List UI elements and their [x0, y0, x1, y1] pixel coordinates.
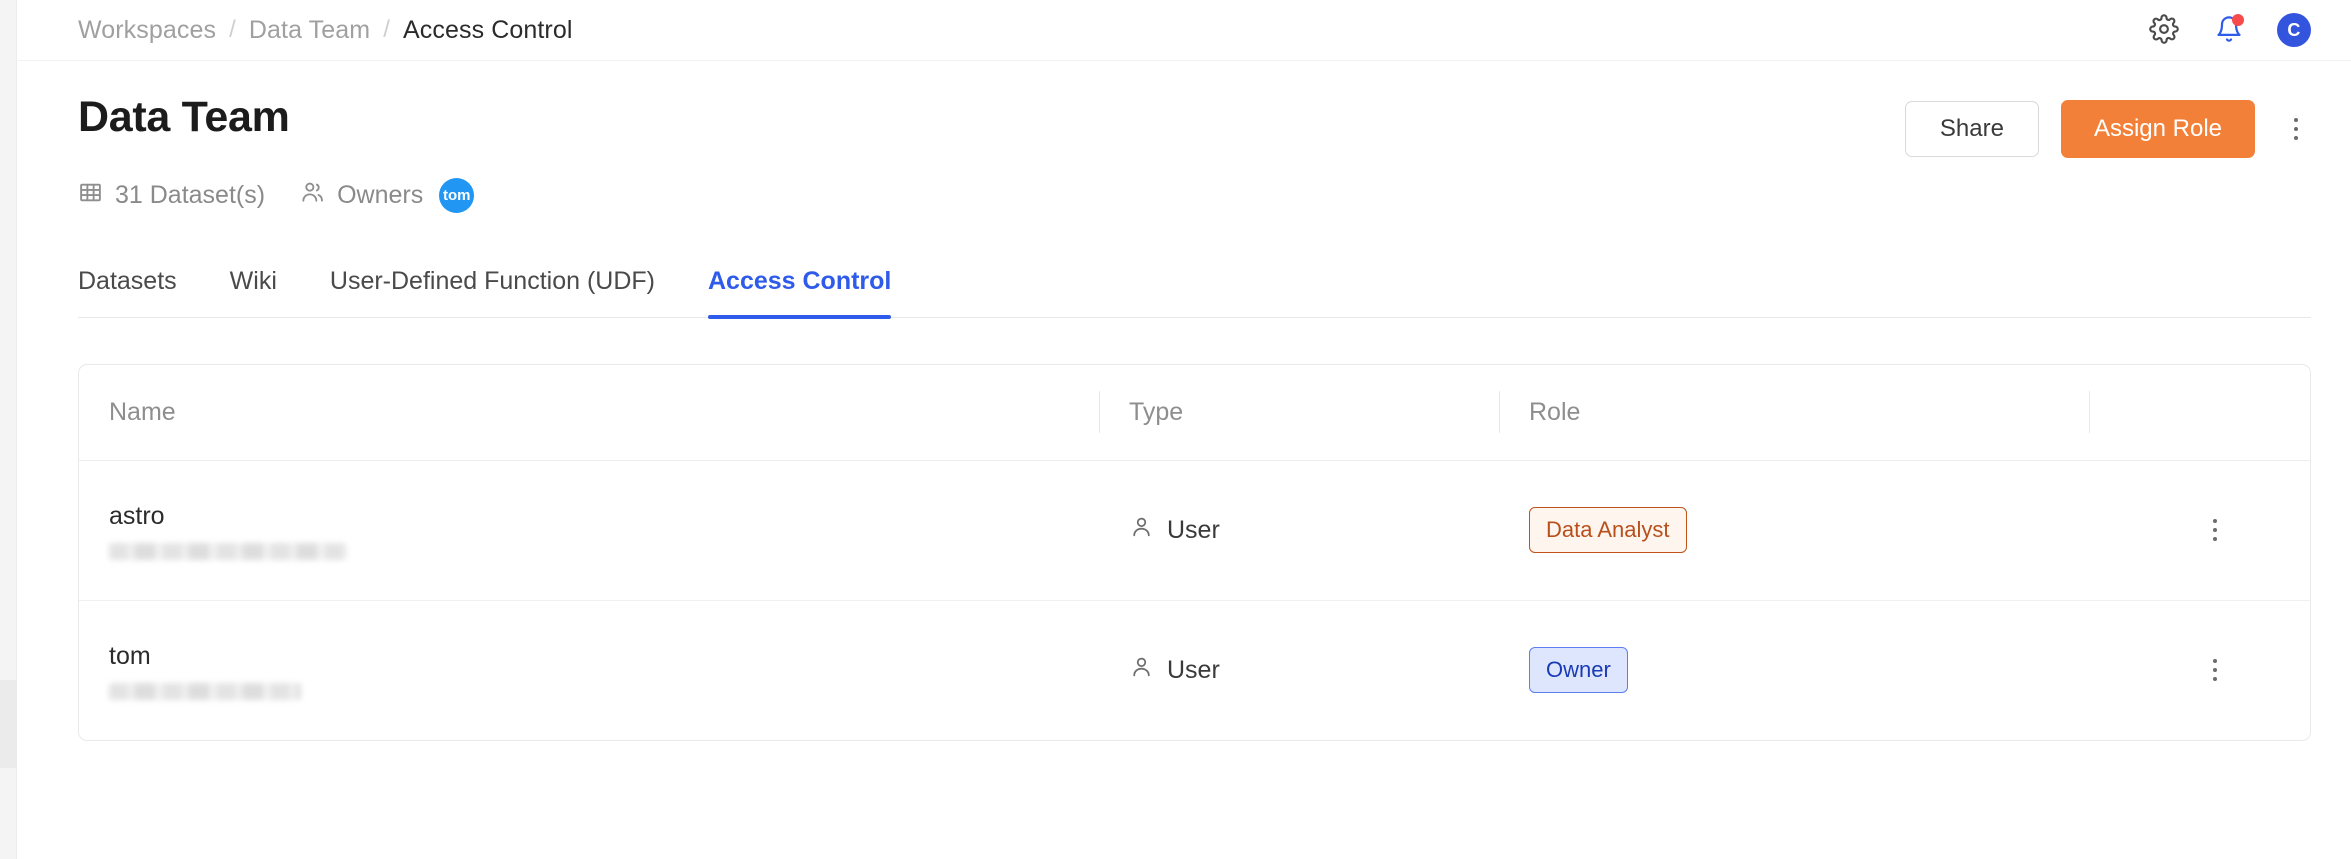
- settings-button[interactable]: [2147, 13, 2181, 47]
- cell-role: Owner: [1499, 600, 2089, 740]
- owners-section: Owners tom: [299, 178, 475, 213]
- page-container: Workspaces / Data Team / Access Control: [18, 0, 2351, 859]
- cell-role: Data Analyst: [1499, 460, 2089, 601]
- kebab-dot: [2294, 127, 2298, 131]
- member-type-label: User: [1167, 655, 1220, 684]
- header-meta-row: 31 Dataset(s) Owners tom: [78, 178, 2311, 213]
- breadcrumb-item-data-team[interactable]: Data Team: [249, 16, 370, 45]
- table-row[interactable]: tom User Owner: [79, 600, 2310, 740]
- breadcrumb: Workspaces / Data Team / Access Control: [78, 16, 573, 45]
- owner-avatar[interactable]: tom: [439, 178, 475, 213]
- owners-label: Owners: [337, 181, 424, 209]
- tab-bar: Datasets Wiki User-Defined Function (UDF…: [18, 267, 2351, 319]
- role-badge[interactable]: Owner: [1529, 647, 1628, 694]
- table-header-row: Name Type Role: [79, 365, 2310, 461]
- kebab-dot: [2212, 528, 2217, 532]
- column-header-role[interactable]: Role: [1499, 365, 2089, 461]
- tab-wiki[interactable]: Wiki: [230, 267, 277, 318]
- column-header-type[interactable]: Type: [1099, 365, 1499, 461]
- user-icon: [1129, 654, 1154, 686]
- role-badge[interactable]: Data Analyst: [1529, 507, 1687, 553]
- kebab-dot: [2294, 136, 2298, 140]
- member-type-label: User: [1167, 515, 1220, 544]
- breadcrumb-item-workspaces[interactable]: Workspaces: [78, 16, 216, 45]
- tab-udf[interactable]: User-Defined Function (UDF): [330, 267, 655, 318]
- tab-datasets[interactable]: Datasets: [78, 267, 177, 318]
- cell-name: astro: [79, 460, 1099, 601]
- dataset-count-label: 31 Dataset(s): [115, 181, 266, 209]
- member-email-redacted: [109, 682, 301, 700]
- gear-icon: [2149, 13, 2179, 47]
- top-bar-actions: C: [2147, 13, 2311, 47]
- user-icon: [1129, 514, 1154, 546]
- page-title: Data Team: [78, 93, 290, 141]
- notifications-button[interactable]: [2212, 13, 2246, 47]
- users-icon: [299, 179, 325, 212]
- assign-role-button[interactable]: Assign Role: [2060, 100, 2255, 158]
- table-row[interactable]: astro User Data Analyst: [79, 460, 2310, 601]
- sidebar-scrollbar-thumb[interactable]: [0, 680, 17, 768]
- cell-name: tom: [79, 600, 1099, 740]
- access-control-table: Name Type Role astro User Data Analyst t…: [79, 365, 2310, 740]
- row-more-menu-button[interactable]: [2200, 650, 2230, 690]
- collapsed-sidebar-rail: [0, 0, 17, 859]
- kebab-dot: [2212, 659, 2217, 664]
- breadcrumb-separator: /: [229, 16, 236, 43]
- row-more-menu-button[interactable]: [2200, 510, 2230, 550]
- cell-type: User: [1099, 600, 1499, 740]
- kebab-dot: [2294, 118, 2298, 122]
- column-header-actions: [2089, 365, 2310, 461]
- cell-actions: [2089, 600, 2310, 740]
- header-more-menu-button[interactable]: [2281, 109, 2311, 149]
- cell-actions: [2089, 460, 2310, 601]
- access-control-table-card: Name Type Role astro User Data Analyst t…: [78, 364, 2311, 741]
- member-name: tom: [109, 641, 151, 670]
- kebab-dot: [2212, 537, 2217, 541]
- page-header: Data Team Share Assign Role 31 Dataset(s…: [18, 61, 2351, 213]
- table-header: Name Type Role: [79, 365, 2310, 461]
- breadcrumb-item-access-control[interactable]: Access Control: [403, 16, 573, 45]
- user-avatar[interactable]: C: [2277, 13, 2311, 47]
- member-name: astro: [109, 501, 165, 530]
- breadcrumb-separator: /: [383, 16, 390, 43]
- top-bar: Workspaces / Data Team / Access Control: [18, 0, 2351, 61]
- dataset-count: 31 Dataset(s): [78, 180, 265, 212]
- table-grid-icon: [78, 180, 103, 212]
- share-button[interactable]: Share: [1904, 101, 2039, 157]
- tab-access-control[interactable]: Access Control: [707, 267, 892, 319]
- table-body: astro User Data Analyst tom User Owner: [79, 460, 2310, 740]
- cell-type: User: [1099, 460, 1499, 601]
- kebab-dot: [2212, 668, 2217, 673]
- title-row: Data Team Share Assign Role: [78, 93, 2311, 158]
- notification-badge-dot: [2232, 14, 2244, 26]
- kebab-dot: [2212, 677, 2217, 682]
- header-actions: Share Assign Role: [1904, 95, 2311, 158]
- kebab-dot: [2212, 519, 2217, 523]
- member-email-redacted: [109, 542, 347, 560]
- column-header-name[interactable]: Name: [79, 365, 1099, 461]
